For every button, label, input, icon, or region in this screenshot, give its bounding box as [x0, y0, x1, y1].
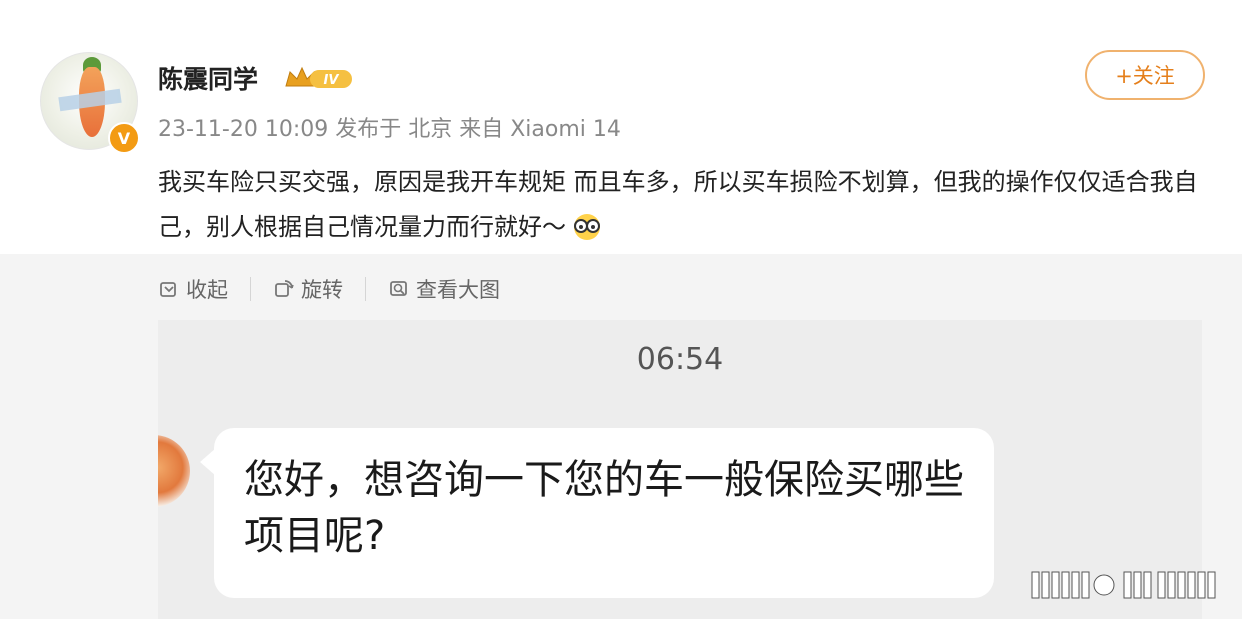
view-large-label: 查看大图: [416, 278, 500, 302]
post-text: 我买车险只买交强，原因是我开车规矩 而且车多，所以买车损险不划算，但我的操作仅仅…: [158, 160, 1218, 250]
view-large-button[interactable]: 查看大图: [388, 274, 500, 304]
toolbar-divider: [365, 277, 366, 301]
watermark-bars-icon: [1031, 571, 1216, 599]
nerd-glasses-emoji-icon: [574, 214, 600, 240]
crown-level-badge-icon[interactable]: IV: [284, 64, 354, 92]
username[interactable]: 陈震同学: [158, 60, 258, 96]
toolbar-divider: [250, 277, 251, 301]
rotate-button[interactable]: 旋转: [273, 274, 343, 304]
chat-message-text: 您好，想咨询一下您的车一般保险买哪些项目呢?: [244, 457, 964, 559]
collapse-label: 收起: [186, 278, 228, 302]
chat-sender-avatar: [158, 435, 190, 507]
rotate-label: 旋转: [301, 278, 343, 302]
image-toolbar: 收起 旋转 查看大图: [158, 272, 500, 306]
post-text-content: 我买车险只买交强，原因是我开车规矩 而且车多，所以买车损险不划算，但我的操作仅仅…: [158, 168, 1198, 241]
chat-timestamp: 06:54: [636, 342, 724, 377]
post-meta: 23-11-20 10:09 发布于 北京 来自 Xiaomi 14: [158, 117, 621, 142]
level-badge-text: IV: [324, 73, 340, 88]
view-large-image-icon: [390, 281, 407, 296]
chat-bubble: 您好，想咨询一下您的车一般保险买哪些项目呢?: [214, 428, 994, 598]
rotate-icon: [275, 280, 294, 297]
verified-badge-icon: V: [108, 122, 140, 154]
collapse-button[interactable]: 收起: [158, 274, 228, 304]
follow-button[interactable]: +关注: [1085, 50, 1205, 100]
collapse-icon: [160, 282, 176, 297]
